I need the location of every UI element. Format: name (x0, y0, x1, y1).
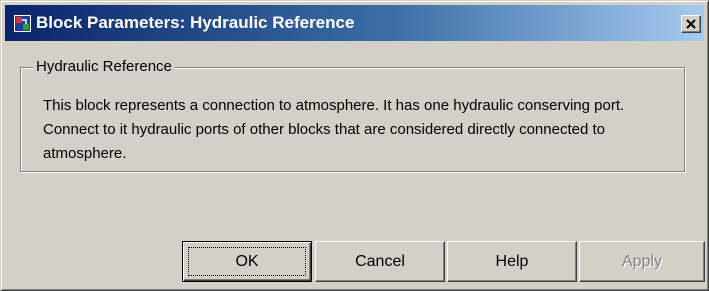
help-button[interactable]: Help (447, 241, 577, 282)
window-title: Block Parameters: Hydraulic Reference (36, 13, 355, 32)
ok-button[interactable]: OK (182, 241, 312, 282)
simulink-block-icon (14, 15, 31, 32)
cancel-button-label: Cancel (355, 253, 405, 270)
group-legend: Hydraulic Reference (33, 58, 175, 76)
title-bar[interactable]: Block Parameters: Hydraulic Reference (5, 5, 704, 41)
close-icon (686, 19, 696, 29)
cancel-button[interactable]: Cancel (315, 241, 445, 282)
help-button-label: Help (495, 253, 529, 270)
close-button[interactable] (681, 15, 701, 33)
description-group: Hydraulic Reference This block represent… (20, 58, 685, 172)
apply-button-label: Apply (621, 253, 663, 270)
ok-button-label: OK (235, 253, 259, 270)
dialog-window: Block Parameters: Hydraulic Reference Hy… (0, 0, 709, 291)
block-description: This block represents a connection to at… (43, 97, 625, 162)
apply-button[interactable]: Apply (579, 241, 705, 282)
